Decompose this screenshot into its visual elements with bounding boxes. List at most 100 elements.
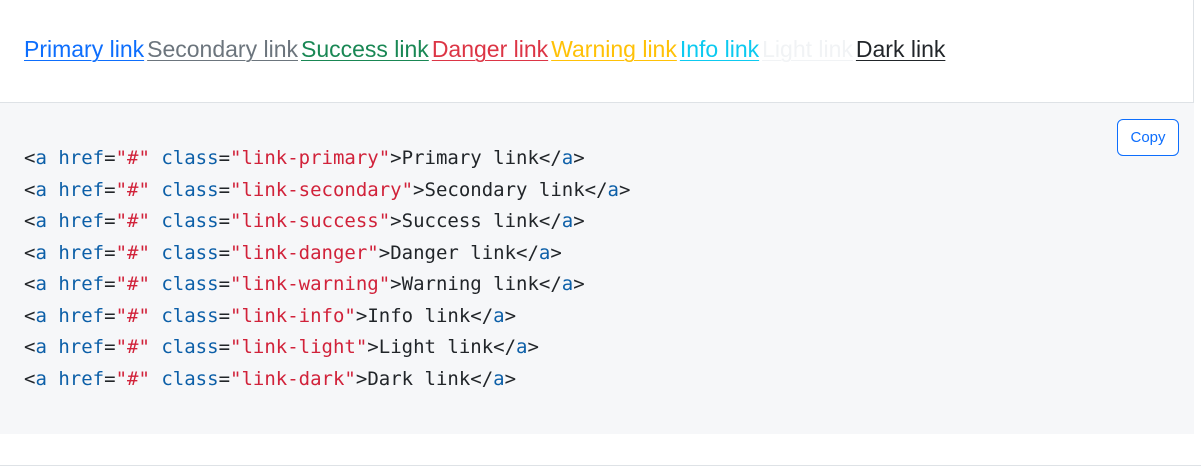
code-token-text: Info link xyxy=(367,304,471,327)
link-secondary[interactable]: Secondary link xyxy=(147,36,298,62)
code-token-gt: > xyxy=(355,367,368,390)
code-token-eq1: = xyxy=(104,367,116,390)
example-preview: Primary link Secondary link Success link Da… xyxy=(0,0,1194,103)
code-token-close-open: </ xyxy=(538,273,562,295)
code-token-open: < xyxy=(24,178,36,201)
code-token-close-tag: a xyxy=(538,241,551,264)
code-token-close-gt: > xyxy=(527,336,539,358)
code-token-tag: a xyxy=(35,367,47,390)
code-token-tag: a xyxy=(35,147,47,169)
code-line: <a href="#" class="link-warning">Warning… xyxy=(24,269,630,301)
code-token-eq1: = xyxy=(104,210,116,232)
code-token-open: < xyxy=(24,241,36,264)
code-token-eq2: = xyxy=(218,178,231,201)
links-row: Primary link Secondary link Success link Da… xyxy=(24,32,948,66)
code-token-gt: > xyxy=(413,178,425,201)
code-token-val2: "link-primary" xyxy=(230,147,391,169)
link-warning[interactable]: Warning link xyxy=(551,36,677,62)
code-token-close-tag: a xyxy=(493,304,505,327)
code-token-close-tag: a xyxy=(561,273,574,295)
code-token-attr1: href xyxy=(58,210,105,232)
code-token-close-gt: > xyxy=(573,273,585,295)
code-token-eq2: = xyxy=(218,147,231,169)
code-token-tag: a xyxy=(35,336,47,358)
code-token-attr1: href xyxy=(58,367,105,390)
code-token-open: < xyxy=(24,367,36,390)
code-token-attr2: class xyxy=(161,273,219,295)
code-token-open: < xyxy=(24,304,36,327)
code-token-attr2: class xyxy=(161,178,219,201)
code-token-close-open: </ xyxy=(584,178,608,201)
link-light[interactable]: Light link xyxy=(762,36,853,62)
link-dark[interactable]: Dark link xyxy=(856,36,945,62)
code-token-close-open: </ xyxy=(470,367,494,390)
code-token-val1: "#" xyxy=(115,147,150,169)
code-token-close-gt: > xyxy=(573,147,585,169)
code-token-tag: a xyxy=(35,210,47,232)
code-token-attr1: href xyxy=(58,147,105,169)
copy-button[interactable]: Copy xyxy=(1117,119,1179,156)
code-token-attr1: href xyxy=(58,178,105,201)
code-token-val2: "link-success" xyxy=(230,210,391,232)
link-danger[interactable]: Danger link xyxy=(432,36,548,62)
code-token-gt: > xyxy=(355,304,368,327)
code-token-attr1: href xyxy=(58,241,105,264)
code-token-eq2: = xyxy=(218,273,231,295)
code-token-open: < xyxy=(24,273,36,295)
code-token-close-gt: > xyxy=(573,210,585,232)
code-token-tag: a xyxy=(35,178,47,201)
code-token-close-gt: > xyxy=(504,304,517,327)
code-token-open: < xyxy=(24,210,36,232)
code-token-val1: "#" xyxy=(115,178,150,201)
code-token-text: Danger link xyxy=(390,241,517,264)
code-token-close-open: </ xyxy=(493,336,517,358)
code-token-eq2: = xyxy=(218,304,231,327)
code-line: <a href="#" class="link-dark">Dark link<… xyxy=(24,364,630,396)
code-token-gt: > xyxy=(390,147,402,169)
code-token-eq1: = xyxy=(104,147,116,169)
code-token-val2: "link-light" xyxy=(230,336,368,358)
link-primary[interactable]: Primary link xyxy=(24,36,144,62)
code-token-close-tag: a xyxy=(493,367,505,390)
code-token-val2: "link-secondary" xyxy=(230,178,414,201)
code-token-close-tag: a xyxy=(561,147,574,169)
code-token-text: Warning link xyxy=(401,273,539,295)
code-token-close-tag: a xyxy=(561,210,574,232)
code-token-eq2: = xyxy=(218,210,231,232)
link-success[interactable]: Success link xyxy=(301,36,429,62)
code-token-text: Secondary link xyxy=(424,178,585,201)
code-token-eq2: = xyxy=(218,367,231,390)
code-token-val1: "#" xyxy=(115,336,150,358)
code-line: <a href="#" class="link-primary">Primary… xyxy=(24,143,630,175)
code-token-attr2: class xyxy=(161,304,219,327)
code-token-text: Primary link xyxy=(401,147,539,169)
code-line: <a href="#" class="link-info">Info link<… xyxy=(24,301,630,333)
code-token-text: Light link xyxy=(378,336,494,358)
code-token-val2: "link-info" xyxy=(230,304,356,327)
code-token-val2: "link-warning" xyxy=(230,273,391,295)
code-token-val2: "link-danger" xyxy=(230,241,379,264)
code-token-eq2: = xyxy=(218,336,231,358)
code-token-val1: "#" xyxy=(115,367,150,390)
code-token-val1: "#" xyxy=(115,210,150,232)
code-token-tag: a xyxy=(35,273,47,295)
code-token-gt: > xyxy=(390,210,402,232)
code-token-attr2: class xyxy=(161,367,219,390)
code-token-eq1: = xyxy=(104,178,116,201)
code-token-attr2: class xyxy=(161,210,219,232)
code-token-tag: a xyxy=(35,241,47,264)
code-token-close-open: </ xyxy=(470,304,494,327)
code-block: Copy <a href="#" class="link-primary">Pr… xyxy=(0,103,1194,434)
link-info[interactable]: Info link xyxy=(680,36,759,62)
code-token-eq1: = xyxy=(104,336,116,358)
code-token-close-tag: a xyxy=(607,178,619,201)
code-token-eq1: = xyxy=(104,273,116,295)
code-listing: <a href="#" class="link-primary">Primary… xyxy=(24,143,630,395)
code-token-attr1: href xyxy=(58,336,105,358)
code-token-eq1: = xyxy=(104,304,116,327)
code-line: <a href="#" class="link-secondary">Secon… xyxy=(24,175,630,207)
code-token-close-gt: > xyxy=(619,178,631,201)
code-token-text: Dark link xyxy=(367,367,471,390)
code-token-text: Success link xyxy=(401,210,539,232)
code-token-close-gt: > xyxy=(504,367,517,390)
